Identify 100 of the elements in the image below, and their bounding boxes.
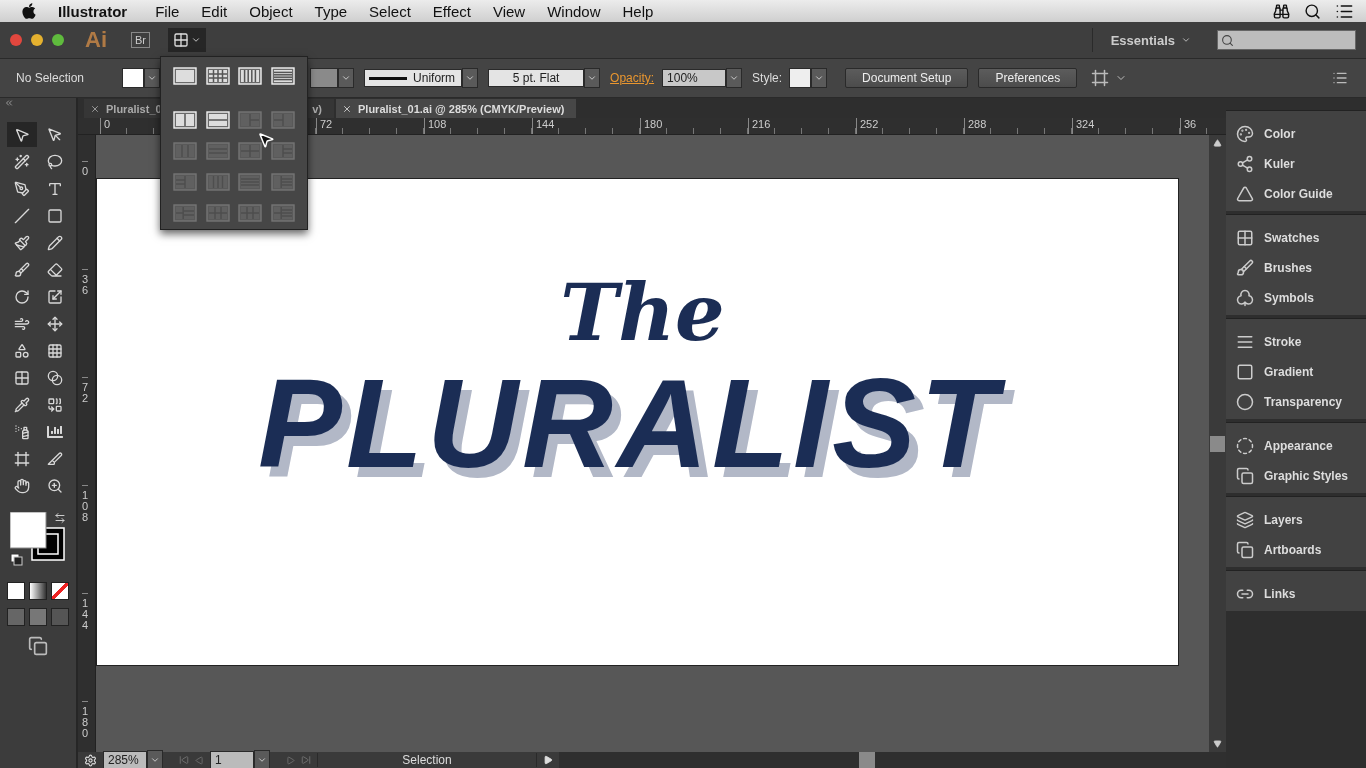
- close-icon[interactable]: [342, 103, 352, 114]
- panel-menu-icon[interactable]: [1332, 70, 1348, 86]
- scroll-down-icon[interactable]: [1213, 739, 1222, 748]
- panel-button[interactable]: Layers: [1236, 505, 1303, 535]
- panel-button[interactable]: Appearance: [1236, 431, 1333, 461]
- fill-stroke-drawing[interactable]: [10, 512, 66, 568]
- layout-option[interactable]: [171, 109, 200, 131]
- stroke-swatch[interactable]: [310, 69, 355, 87]
- pencil-tool-icon: [46, 234, 63, 251]
- selection-status: No Selection: [16, 71, 85, 85]
- panel-button[interactable]: Graphic Styles: [1236, 461, 1349, 491]
- search-icon[interactable]: [1304, 2, 1321, 20]
- selection-tool-icon: [13, 126, 30, 143]
- panel-button[interactable]: Brushes: [1236, 253, 1313, 283]
- workspace-switcher[interactable]: Essentials: [1091, 28, 1209, 52]
- club-icon: [1236, 289, 1254, 307]
- lines-icon: [1236, 333, 1254, 351]
- layout-icon: [173, 111, 198, 129]
- document-tab[interactable]: Pluralist_01.ai @ 285% (CMYK/Preview): [336, 99, 577, 118]
- settings-icon[interactable]: [84, 753, 97, 767]
- status-menu-icon[interactable]: [543, 755, 553, 765]
- opacity-link[interactable]: Opacity:: [610, 71, 655, 85]
- scroll-thumb[interactable]: [859, 752, 875, 768]
- menu-item[interactable]: Window: [547, 2, 601, 20]
- pen-tool-icon: [13, 180, 30, 197]
- stroke-line-icon: [369, 76, 408, 80]
- menu-item[interactable]: Object: [249, 2, 293, 20]
- binoculars-icon[interactable]: [1273, 2, 1290, 20]
- close-window-button[interactable]: [10, 34, 22, 46]
- menu-item[interactable]: File: [155, 2, 180, 20]
- layout-icon: [173, 32, 189, 48]
- panel-button[interactable]: Symbols: [1236, 283, 1314, 313]
- ruler-label: 252: [856, 118, 964, 134]
- layout-option[interactable]: [203, 109, 232, 131]
- stroke-profile-field[interactable]: Uniform: [364, 69, 463, 87]
- direct-tool-icon: [46, 126, 63, 143]
- horizontal-scrollbar[interactable]: [559, 752, 1226, 768]
- panel-button[interactable]: Kuler: [1236, 149, 1295, 179]
- squares-icon: [1236, 541, 1254, 559]
- layout-option[interactable]: [268, 65, 297, 87]
- menu-item[interactable]: Select: [369, 2, 411, 20]
- minimize-window-button[interactable]: [31, 34, 43, 46]
- screen-mode-icon[interactable]: [28, 636, 48, 656]
- close-icon[interactable]: [90, 103, 100, 114]
- frame-icon[interactable]: [1091, 69, 1110, 87]
- slice-tool-icon: [46, 450, 63, 467]
- layout-option[interactable]: [203, 65, 232, 87]
- scroll-thumb[interactable]: [1210, 435, 1225, 452]
- menu-item[interactable]: Type: [314, 2, 348, 20]
- triangle-icon: [1236, 185, 1254, 203]
- layout-icon: [173, 142, 198, 160]
- layout-icon: [205, 173, 230, 191]
- none-mode-button[interactable]: [51, 582, 69, 600]
- blob-tool-icon: [13, 261, 30, 278]
- brush-field[interactable]: 5 pt. Flat: [488, 69, 585, 87]
- color-mode-button[interactable]: [7, 582, 25, 600]
- arrange-documents-button[interactable]: [168, 28, 206, 52]
- menu-item[interactable]: Help: [622, 2, 654, 20]
- draw-mode-button[interactable]: [7, 608, 25, 626]
- apple-logo-icon[interactable]: [20, 2, 38, 20]
- opacity-field[interactable]: 100%: [662, 69, 727, 87]
- tool-button[interactable]: [6, 122, 37, 147]
- ruler-label: 36: [82, 269, 89, 377]
- layout-option[interactable]: [236, 65, 265, 87]
- page-field[interactable]: 1: [210, 751, 254, 768]
- zoom-window-button[interactable]: [52, 34, 64, 46]
- panel-button[interactable]: Stroke: [1236, 327, 1302, 357]
- menu-item[interactable]: Effect: [432, 2, 471, 20]
- panel-button[interactable]: Color Guide: [1236, 179, 1333, 209]
- gradient-square-icon: [1236, 363, 1254, 381]
- ruler-label: 72: [316, 118, 424, 134]
- zoom-field[interactable]: 285%: [103, 751, 147, 768]
- style-swatch[interactable]: [789, 69, 828, 87]
- layout-icon: [173, 67, 198, 85]
- perspective-tool-icon: [46, 342, 63, 359]
- scroll-up-icon[interactable]: [1213, 139, 1222, 148]
- toolbar-button[interactable]: Preferences: [978, 68, 1078, 88]
- fill-swatch[interactable]: [122, 69, 161, 87]
- layout-icon: [238, 111, 263, 129]
- panel-button[interactable]: Artboards: [1236, 535, 1322, 565]
- panel-button[interactable]: Swatches: [1236, 223, 1320, 253]
- layout-option[interactable]: [171, 65, 200, 87]
- panel-button[interactable]: Links: [1236, 579, 1296, 609]
- eyedropper-tool-icon: [13, 396, 30, 413]
- menu-item[interactable]: View: [492, 2, 526, 20]
- bridge-button[interactable]: Br: [131, 32, 150, 48]
- menu-item[interactable]: Illustrator: [58, 2, 128, 20]
- toolbar-button[interactable]: Document Setup: [845, 68, 969, 88]
- search-icon: [1221, 33, 1234, 47]
- warp-tool-icon: [13, 315, 30, 332]
- swap-icon[interactable]: [54, 512, 66, 524]
- vertical-scrollbar[interactable]: [1209, 135, 1226, 752]
- search-field[interactable]: [1217, 30, 1356, 50]
- status-tool-label[interactable]: Selection: [317, 753, 537, 767]
- gradient-mode-button[interactable]: [29, 582, 47, 600]
- menu-item[interactable]: Edit: [201, 2, 228, 20]
- panel-button[interactable]: Gradient: [1236, 357, 1314, 387]
- panel-button[interactable]: Transparency: [1236, 387, 1343, 417]
- draw-mode-button[interactable]: [29, 608, 47, 626]
- eraser-tool-icon: [46, 261, 63, 278]
